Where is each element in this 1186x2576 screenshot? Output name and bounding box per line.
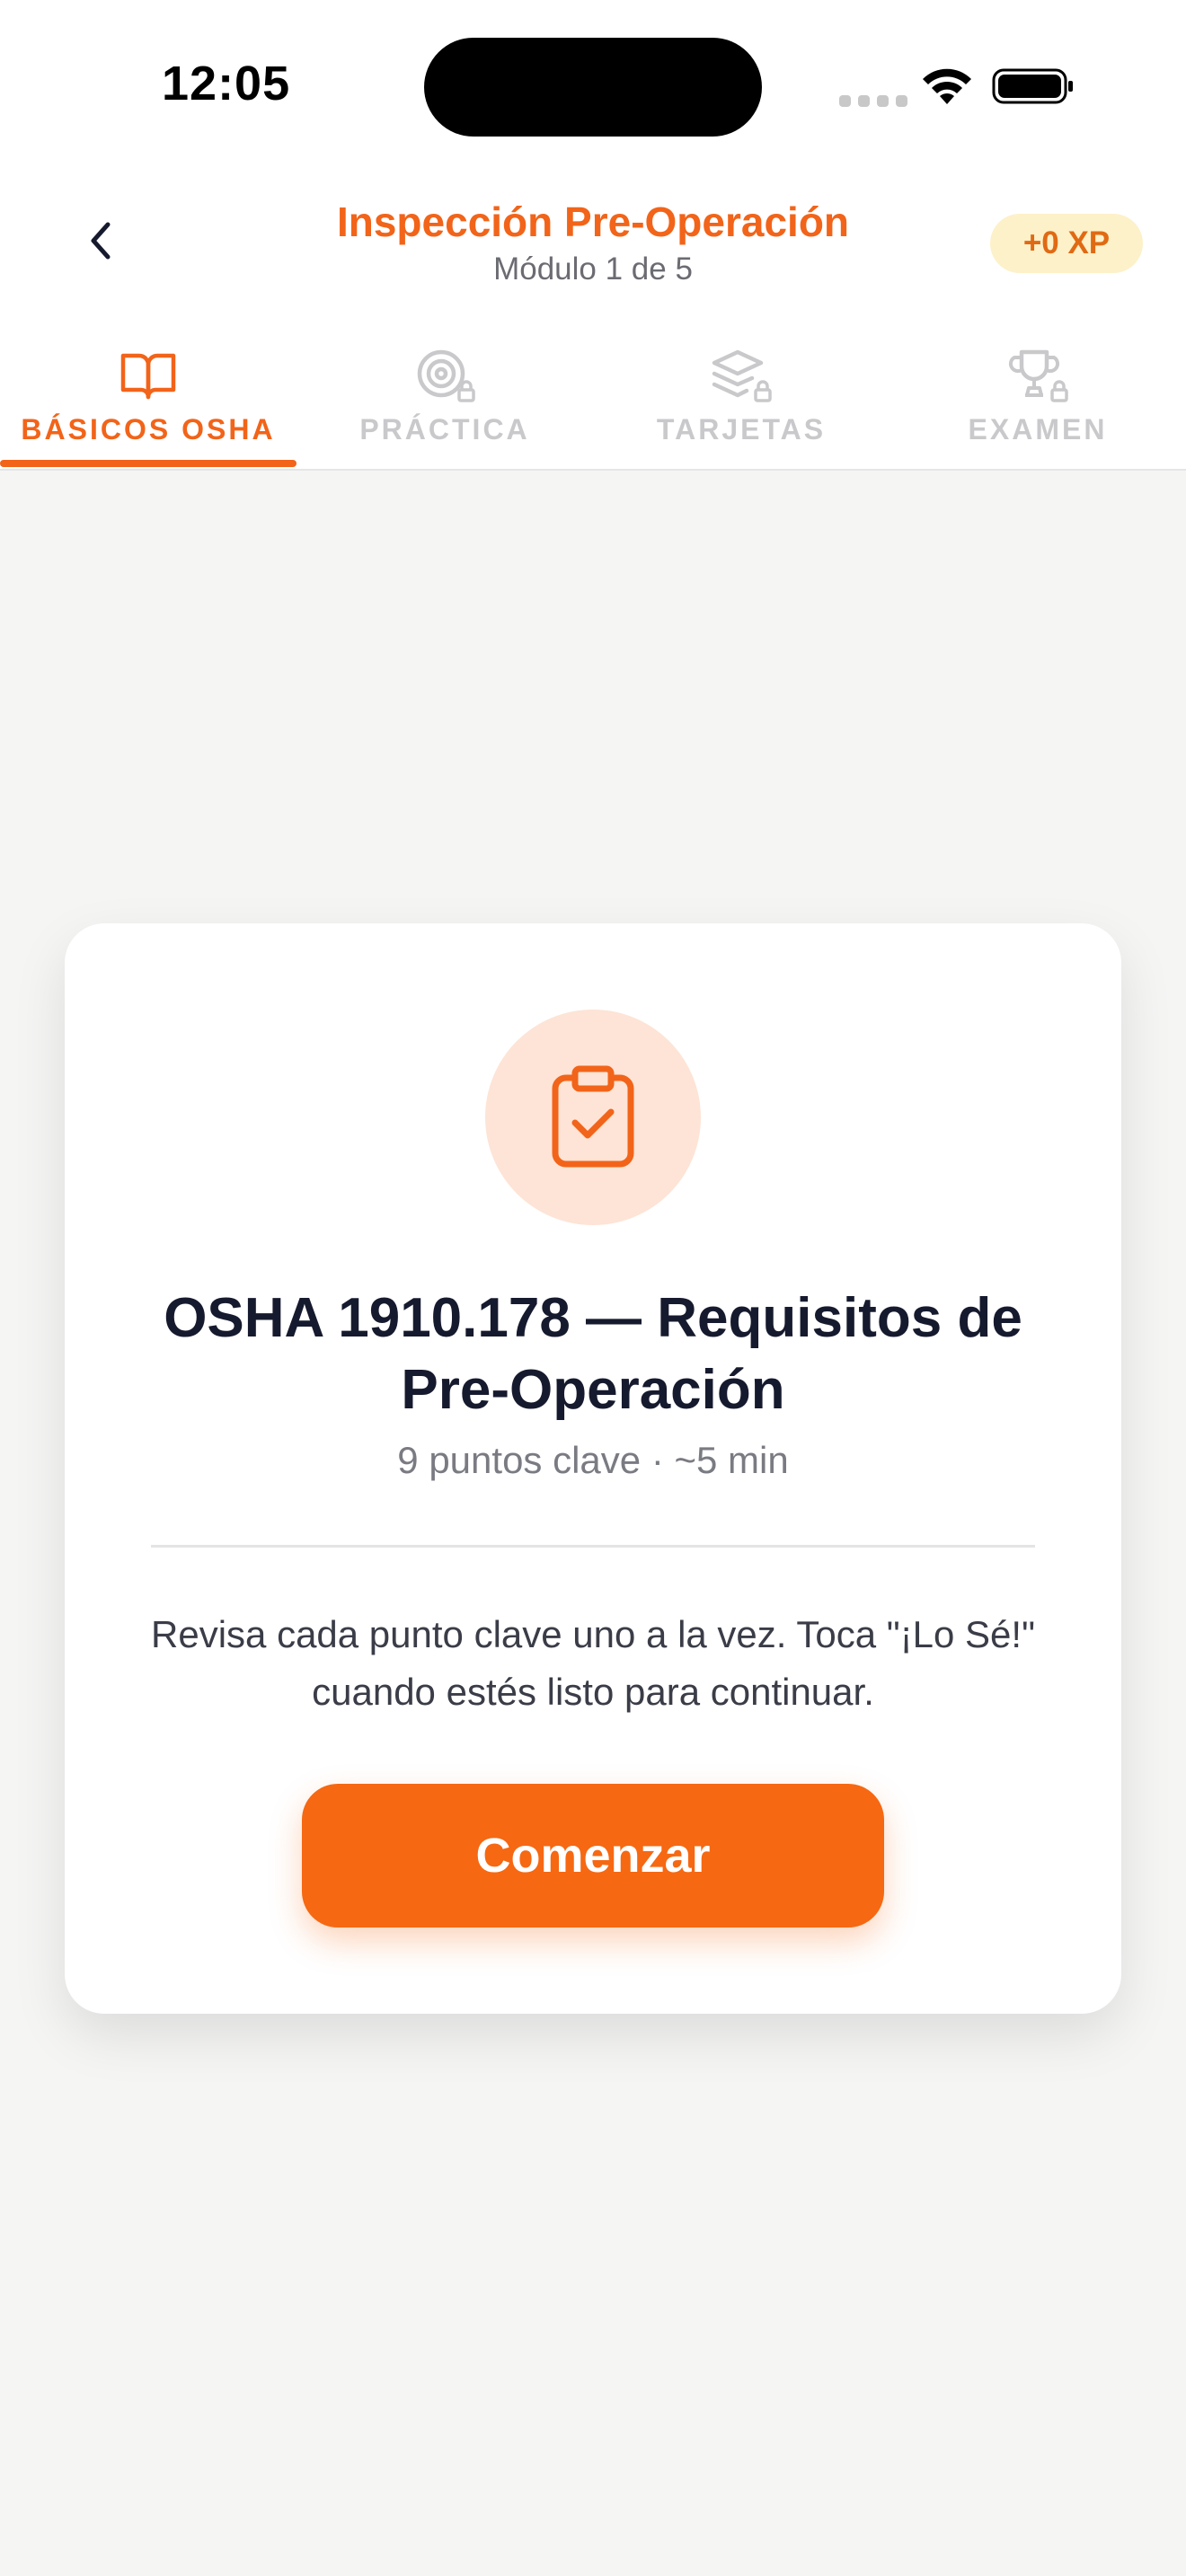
lesson-icon-circle bbox=[485, 1010, 701, 1225]
target-icon bbox=[417, 349, 475, 402]
tab-tarjetas[interactable]: TARJETAS bbox=[593, 329, 890, 469]
divider bbox=[151, 1545, 1035, 1548]
lesson-title: OSHA 1910.178 — Requisitos de Pre-Operac… bbox=[164, 1287, 1022, 1421]
tab-label: TARJETAS bbox=[656, 413, 827, 446]
lesson-intro-card: OSHA 1910.178 — Requisitos de Pre-Operac… bbox=[65, 923, 1121, 2014]
status-bar: 12:05 bbox=[0, 0, 1186, 171]
book-open-icon bbox=[120, 353, 176, 400]
battery-icon bbox=[992, 68, 1073, 104]
tab-practica[interactable]: PRÁCTICA bbox=[296, 329, 593, 469]
start-button[interactable]: Comenzar bbox=[302, 1784, 884, 1928]
trophy-icon bbox=[1008, 349, 1068, 402]
tab-label: BÁSICOS OSHA bbox=[21, 413, 276, 446]
tab-label: EXAMEN bbox=[968, 413, 1108, 446]
tab-bar: BÁSICOS OSHA PRÁCTICA TARJETAS EXAMEN bbox=[0, 329, 1186, 471]
status-time: 12:05 bbox=[162, 57, 291, 110]
lesson-instructions: Revisa cada punto clave uno a la vez. To… bbox=[151, 1613, 1035, 1713]
clipboard-check-icon bbox=[552, 1065, 634, 1168]
tab-examen[interactable]: EXAMEN bbox=[890, 329, 1186, 469]
tab-basicos-osha[interactable]: BÁSICOS OSHA bbox=[0, 329, 296, 469]
active-tab-indicator bbox=[0, 460, 296, 467]
lock-icon bbox=[457, 388, 475, 402]
tab-label: PRÁCTICA bbox=[359, 413, 530, 446]
wifi-icon bbox=[923, 68, 971, 104]
lesson-meta: 9 puntos clave · ~5 min bbox=[397, 1439, 789, 1481]
cellular-signal-icon bbox=[839, 95, 907, 107]
layers-icon bbox=[712, 349, 772, 402]
xp-badge: +0 XP bbox=[990, 214, 1143, 273]
top-app-bar: Inspección Pre-Operación Módulo 1 de 5 +… bbox=[0, 171, 1186, 329]
dynamic-island bbox=[424, 38, 762, 137]
